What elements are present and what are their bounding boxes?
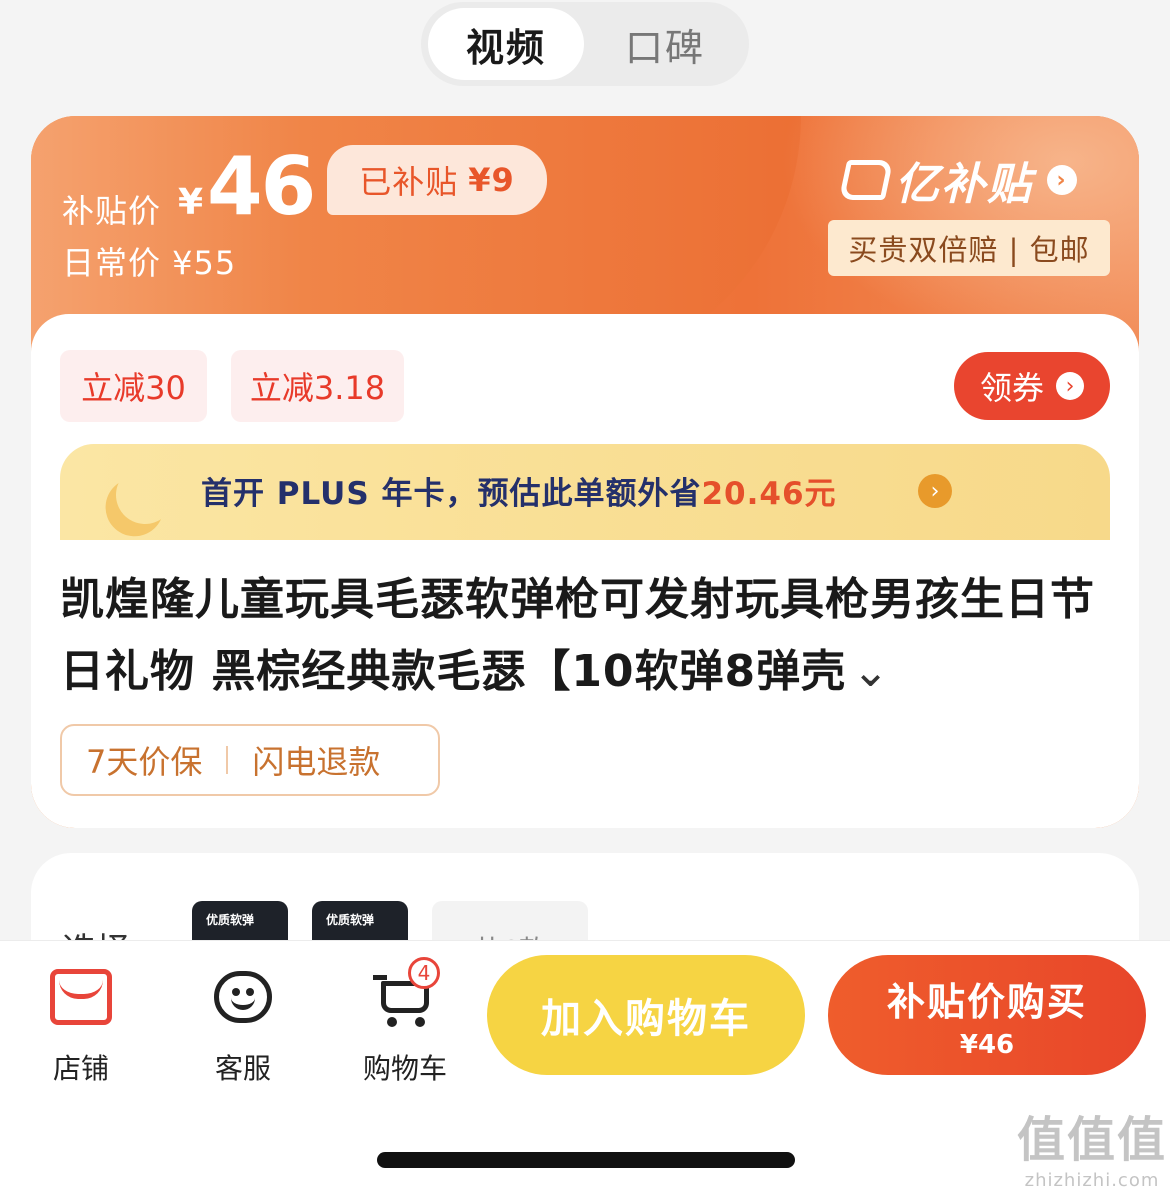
subsidized-amount-pill: 已补贴 ¥9	[327, 145, 547, 215]
price-card: 补贴价 ¥ 46 日常价 ¥55 已补贴 ¥9 亿补贴 › 买贵双倍赔 | 包邮…	[31, 116, 1139, 828]
home-indicator	[377, 1152, 795, 1168]
subsidized-label: 已补贴	[359, 163, 459, 201]
watermark-logo: 值值值	[1017, 1112, 1168, 1168]
tab-video[interactable]: 视频	[428, 8, 584, 80]
nav-cart[interactable]: 购物车	[350, 965, 460, 1087]
brand-logo-icon	[838, 160, 894, 200]
watermark: 值值值 zhizhizhi.com	[1017, 1100, 1167, 1191]
tab-reviews[interactable]: 口碑	[587, 8, 743, 80]
nav-cart-label: 购物车	[362, 1052, 447, 1085]
thumbnail-caption: 优质软弹	[206, 913, 255, 927]
product-title[interactable]: 凯煌隆儿童玩具毛瑟软弹枪可发射玩具枪男孩生日节日礼物 黑棕经典款毛瑟【10软弹8…	[60, 564, 1100, 708]
buy-now-button[interactable]: 补贴价购买 ¥46	[828, 955, 1146, 1075]
brand-name: 亿补贴	[895, 159, 1033, 210]
plus-banner-text: 首开 PLUS 年卡，预估此单额外省20.46元	[201, 468, 837, 513]
product-info-card: 立减30 立减3.18 领券 › 首开 PLUS 年卡，预估此单额外省20.46…	[31, 314, 1139, 828]
product-title-text: 凯煌隆儿童玩具毛瑟软弹枪可发射玩具枪男孩生日节日礼物 黑棕经典款毛瑟【10软弹8…	[60, 574, 1095, 697]
customer-service-icon	[214, 971, 272, 1023]
nav-customer-service-label: 客服	[214, 1052, 271, 1085]
subsidized-amount: ¥9	[468, 161, 515, 199]
nav-customer-service[interactable]: 客服	[188, 965, 298, 1087]
thumbnail-caption: 优质软弹	[326, 913, 375, 927]
chevron-down-icon[interactable]: ⌄	[852, 646, 890, 697]
nav-shop[interactable]: 店铺	[26, 965, 136, 1087]
cart-count-badge: 4	[408, 957, 440, 989]
billion-subsidy-brand[interactable]: 亿补贴 ›	[838, 152, 1077, 210]
guarantee-badge: 买贵双倍赔 | 包邮	[828, 220, 1110, 276]
watermark-url: zhizhizhi.com	[1024, 1170, 1160, 1191]
get-coupon-button[interactable]: 领券 ›	[954, 352, 1110, 420]
chevron-right-icon: ›	[918, 474, 952, 508]
subsidy-price-currency: ¥	[178, 182, 204, 223]
media-tab-switcher: 视频 口碑	[421, 2, 749, 86]
buy-now-price: ¥46	[959, 1029, 1015, 1060]
service-tags[interactable]: 7天价保 闪电退款	[60, 724, 440, 796]
subsidy-price-label: 补贴价	[62, 192, 162, 230]
daily-price: 日常价 ¥55	[62, 244, 237, 282]
subsidy-price-value: 46	[207, 140, 316, 233]
nav-shop-label: 店铺	[52, 1052, 109, 1085]
shop-icon	[50, 969, 112, 1025]
get-coupon-label: 领券	[979, 369, 1044, 407]
plus-membership-banner[interactable]: 首开 PLUS 年卡，预估此单额外省20.46元 ›	[60, 444, 1110, 540]
service-tag-fast-refund: 闪电退款	[252, 743, 381, 781]
plus-banner-amount: 20.46元	[701, 476, 837, 512]
coupon-tag[interactable]: 立减30	[60, 350, 207, 422]
buy-now-label: 补贴价购买	[886, 979, 1087, 1024]
moon-icon	[108, 458, 182, 532]
service-tag-price-protect: 7天价保	[86, 743, 203, 781]
add-to-cart-button[interactable]: 加入购物车	[487, 955, 805, 1075]
chevron-right-icon: ›	[1047, 165, 1077, 195]
chevron-right-icon: ›	[1056, 372, 1084, 400]
coupon-tag[interactable]: 立减3.18	[231, 350, 404, 422]
plus-banner-message: 首开 PLUS 年卡，预估此单额外省	[201, 476, 702, 512]
